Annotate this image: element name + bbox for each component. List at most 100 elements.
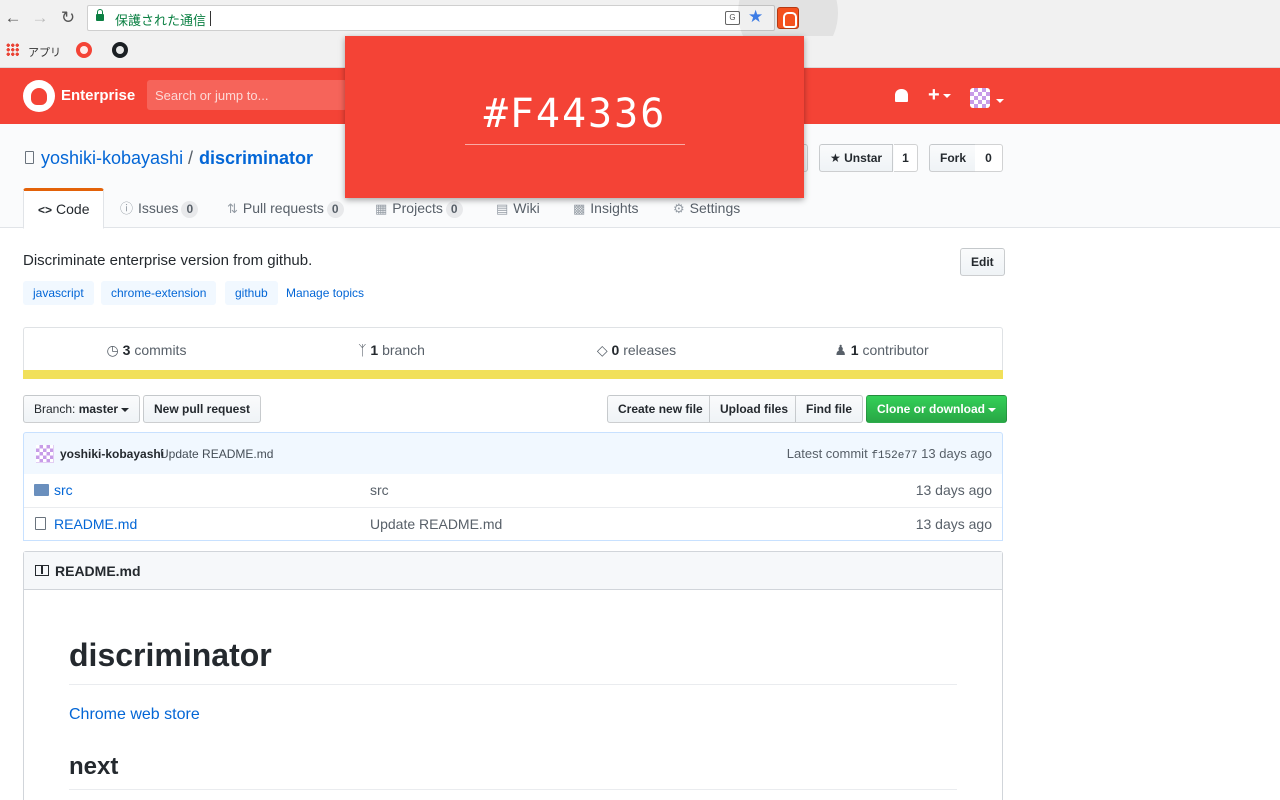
back-arrow-icon[interactable]: ← xyxy=(4,8,22,28)
tab-code-label: Code xyxy=(56,201,90,217)
latest-commit-label: Latest commit xyxy=(786,446,868,461)
contributors-summary[interactable]: ♟ 1 contributor xyxy=(759,342,1004,359)
issue-opened-icon: ⓘ xyxy=(120,201,134,216)
history-icon: ◷ xyxy=(106,342,123,358)
color-value-input[interactable]: #F44336 xyxy=(465,91,685,137)
edit-description-button[interactable]: Edit xyxy=(960,248,1005,276)
chevron-down-icon xyxy=(988,407,996,412)
search-input[interactable] xyxy=(147,80,347,110)
pull-requests-counter: 0 xyxy=(326,201,344,218)
readme-title: README.md xyxy=(55,563,141,579)
file-icon xyxy=(35,517,46,530)
repo-path-separator: / xyxy=(188,148,194,168)
latest-commit-bar: yoshiki-kobayashi Update README.md Lates… xyxy=(23,432,1003,475)
readme-header: README.md xyxy=(24,552,1002,590)
address-bar[interactable]: 保護された通信 G ★ xyxy=(87,5,775,31)
text-caret xyxy=(210,11,211,26)
repo-icon xyxy=(25,151,34,164)
fork-label: Fork xyxy=(940,151,967,165)
folder-icon xyxy=(34,484,49,496)
apps-grid-icon[interactable] xyxy=(6,43,19,56)
chrome-web-store-link[interactable]: Chrome web store xyxy=(69,706,200,724)
repo-name-link[interactable]: discriminator xyxy=(199,148,313,169)
file-age: 13 days ago xyxy=(915,516,992,532)
issues-counter: 0 xyxy=(181,201,199,218)
tab-wiki-label: Wiki xyxy=(513,200,540,216)
clone-or-download-button[interactable]: Clone or download xyxy=(866,395,1007,423)
input-underline xyxy=(465,144,685,145)
file-name-link[interactable]: README.md xyxy=(54,516,137,532)
avatar[interactable] xyxy=(36,445,54,463)
code-icon: <> xyxy=(38,203,53,217)
commit-age: 13 days ago xyxy=(921,446,992,461)
table-row: README.md Update README.md 13 days ago xyxy=(24,507,1002,540)
fork-button[interactable]: Fork xyxy=(929,144,978,172)
file-commit-message-link[interactable]: Update README.md xyxy=(370,516,502,532)
fork-count[interactable]: 0 xyxy=(975,144,1003,172)
tab-code[interactable]: <> Code xyxy=(23,188,105,229)
commit-author-link[interactable]: yoshiki-kobayashi xyxy=(60,447,164,461)
tab-pull-requests[interactable]: ⇅ Pull requests 0 xyxy=(213,188,358,229)
topic-tag[interactable]: chrome-extension xyxy=(101,281,217,305)
readme-subheading: next xyxy=(69,753,957,790)
create-new-plus-icon[interactable]: + xyxy=(928,84,951,107)
extension-button[interactable] xyxy=(777,7,799,29)
secure-connection-label: 保護された通信 xyxy=(115,13,207,28)
find-file-button[interactable]: Find file xyxy=(795,395,863,423)
tab-insights-label: Insights xyxy=(590,200,639,216)
github-logo-icon[interactable] xyxy=(23,80,55,112)
file-commit-message-link[interactable]: src xyxy=(370,482,389,498)
branch-name: master xyxy=(78,402,119,416)
commits-summary[interactable]: ◷ 3 commits xyxy=(24,342,269,359)
branches-summary[interactable]: ᛉ 1 branch xyxy=(269,342,514,358)
tab-issues[interactable]: ⓘ Issues 0 xyxy=(106,188,212,229)
github-bookmark-icon[interactable] xyxy=(112,42,128,58)
lock-icon xyxy=(96,9,104,21)
clone-label: Clone or download xyxy=(877,402,985,416)
chevron-down-icon xyxy=(121,407,130,412)
releases-summary[interactable]: ◇ 0 releases xyxy=(514,342,759,359)
file-age: 13 days ago xyxy=(915,482,992,498)
git-pull-request-icon: ⇅ xyxy=(227,201,238,216)
repo-summary: ◷ 3 commits ᛉ 1 branch ◇ 0 releases ♟ 1 … xyxy=(23,327,1003,379)
unstar-label: Unstar xyxy=(844,151,883,165)
topic-tag[interactable]: github xyxy=(225,281,278,305)
repo-owner-link[interactable]: yoshiki-kobayashi xyxy=(41,148,183,169)
avatar-chevron-down-icon[interactable] xyxy=(993,92,1004,110)
projects-counter: 0 xyxy=(445,201,463,218)
language-bar[interactable] xyxy=(23,370,1003,379)
upload-files-button[interactable]: Upload files xyxy=(709,395,800,423)
chevron-down-icon xyxy=(942,93,951,98)
manage-topics-link[interactable]: Manage topics xyxy=(286,286,364,300)
commit-message-link[interactable]: Update README.md xyxy=(160,447,273,461)
readme-box: README.md discriminator Chrome web store… xyxy=(23,551,1003,800)
notifications-bell-icon[interactable] xyxy=(895,89,908,102)
tag-icon: ◇ xyxy=(596,342,612,358)
people-icon: ♟ xyxy=(834,342,851,358)
enterprise-label[interactable]: Enterprise xyxy=(61,87,135,104)
branch-prefix: Branch: xyxy=(34,402,76,416)
github-enterprise-bookmark-icon[interactable] xyxy=(76,42,92,58)
file-list: src src 13 days ago README.md Update REA… xyxy=(23,474,1003,541)
star-count[interactable]: 1 xyxy=(894,144,918,172)
tab-pull-requests-label: Pull requests xyxy=(242,200,324,216)
tab-issues-label: Issues xyxy=(138,200,179,216)
unstar-button[interactable]: ★ Unstar xyxy=(819,144,894,172)
readme-heading: discriminator xyxy=(69,637,957,685)
new-pull-request-button[interactable]: New pull request xyxy=(143,395,262,423)
table-row: src src 13 days ago xyxy=(24,474,1002,507)
browser-toolbar: ← → ↻ 保護された通信 G ★ xyxy=(0,0,1280,66)
reload-icon[interactable]: ↻ xyxy=(59,8,77,28)
tab-projects-label: Projects xyxy=(392,200,443,216)
commit-sha-link[interactable]: f152e77 xyxy=(871,450,917,462)
create-new-file-button[interactable]: Create new file xyxy=(607,395,714,423)
topic-tag[interactable]: javascript xyxy=(23,281,94,305)
book-icon xyxy=(35,565,49,576)
apps-bookmark[interactable]: アプリ xyxy=(28,44,61,60)
branch-select-button[interactable]: Branch: master xyxy=(23,395,141,423)
forward-arrow-icon[interactable]: → xyxy=(31,8,49,28)
tab-settings-label: Settings xyxy=(689,200,741,216)
user-avatar[interactable] xyxy=(970,88,990,108)
repo-description: Discriminate enterprise version from git… xyxy=(23,252,313,269)
file-name-link[interactable]: src xyxy=(54,482,73,498)
